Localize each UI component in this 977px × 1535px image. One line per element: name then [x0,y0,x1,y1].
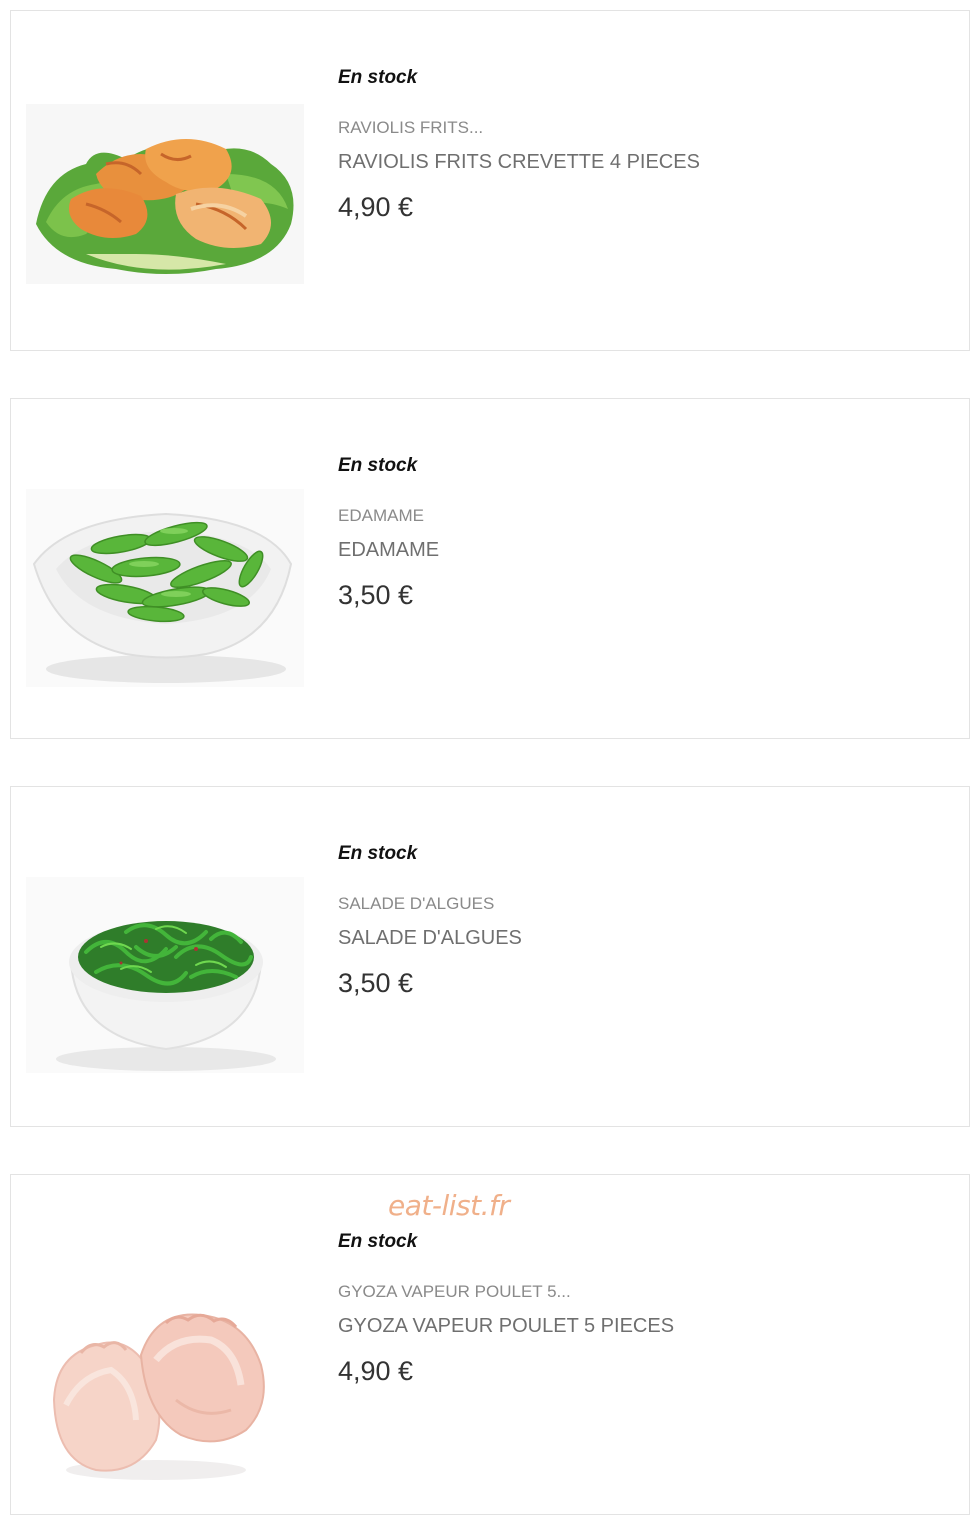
product-card[interactable]: En stock SALADE D'ALGUES SALADE D'ALGUES… [10,786,970,1127]
product-card[interactable]: En stock GYOZA VAPEUR POULET 5... GYOZA … [10,1174,970,1515]
product-full-name[interactable]: SALADE D'ALGUES [338,927,522,950]
watermark: eat-list.fr [388,1189,510,1222]
product-full-name[interactable]: RAVIOLIS FRITS CREVETTE 4 PIECES [338,151,700,174]
stock-status: En stock [338,455,418,476]
steamed-gyoza-image[interactable] [26,1235,304,1493]
product-price: 3,50 € [338,968,414,998]
stock-status: En stock [338,1231,418,1252]
product-full-name[interactable]: EDAMAME [338,539,439,562]
product-price: 4,90 € [338,192,414,222]
product-price: 3,50 € [338,580,414,610]
product-short-name[interactable]: SALADE D'ALGUES [338,894,494,914]
seaweed-salad-image[interactable] [26,877,304,1073]
fried-ravioli-image[interactable] [26,104,304,284]
product-card[interactable]: En stock EDAMAME EDAMAME 3,50 € [10,398,970,739]
product-short-name[interactable]: RAVIOLIS FRITS... [338,118,483,138]
product-short-name[interactable]: EDAMAME [338,506,424,526]
product-card[interactable]: En stock RAVIOLIS FRITS... RAVIOLIS FRIT… [10,10,970,351]
product-price: 4,90 € [338,1356,414,1386]
edamame-image[interactable] [26,489,304,687]
product-full-name[interactable]: GYOZA VAPEUR POULET 5 PIECES [338,1315,674,1338]
product-short-name[interactable]: GYOZA VAPEUR POULET 5... [338,1282,571,1302]
stock-status: En stock [338,67,418,88]
stock-status: En stock [338,843,418,864]
